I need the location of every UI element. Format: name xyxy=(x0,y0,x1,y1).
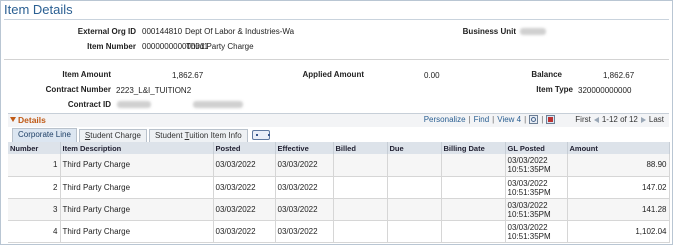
item-description: Third Party Charge xyxy=(60,154,214,177)
details-grid: Number Item Description Posted Effective… xyxy=(8,142,670,243)
view-all-link[interactable]: View 4 xyxy=(497,115,521,124)
first-link[interactable]: First xyxy=(575,115,591,124)
contract-number-label: Contract Number xyxy=(45,85,111,94)
grid-header-row: Number Item Description Posted Effective… xyxy=(8,142,670,154)
contract-id-redacted xyxy=(117,101,151,108)
tab-student-charge[interactable]: Student Charge xyxy=(78,129,147,142)
last-link[interactable]: Last xyxy=(649,115,664,124)
details-header-bar: Details Personalize | Find | View 4 | | … xyxy=(8,113,669,127)
balance-value: 1,862.67 xyxy=(603,71,635,80)
column-header-amount[interactable]: Amount xyxy=(567,142,670,154)
zoom-icon[interactable] xyxy=(529,115,539,124)
business-unit-redacted xyxy=(520,28,546,35)
row-number: 4 xyxy=(8,220,61,243)
due xyxy=(387,220,442,243)
business-unit-label: Business Unit xyxy=(462,27,516,36)
item-number-description: Third Party Charge xyxy=(186,42,254,51)
external-org-name: Dept Of Labor & Industries-Wa xyxy=(185,27,295,36)
applied-amount-label: Applied Amount xyxy=(302,70,364,79)
effective-date: 03/03/2022 xyxy=(275,176,334,199)
row-number: 3 xyxy=(8,198,61,221)
column-header-billing-date[interactable]: Billing Date xyxy=(441,142,506,154)
column-header-effective[interactable]: Effective xyxy=(275,142,334,154)
detail-tabs: Corporate Line Student Charge Student Tu… xyxy=(12,128,270,142)
column-header-number[interactable]: Number xyxy=(8,142,61,154)
posted-date: 03/03/2022 xyxy=(213,154,276,177)
find-link[interactable]: Find xyxy=(474,115,490,124)
table-row: 1 Third Party Charge 03/03/2022 03/03/20… xyxy=(8,154,670,177)
gl-posted: 03/03/2022 10:51:35PM xyxy=(505,198,568,221)
amount: 147.02 xyxy=(567,176,670,199)
billing-date xyxy=(441,220,506,243)
previous-arrow-icon[interactable] xyxy=(593,116,599,123)
contract-number-value: 2223_L&I_TUITION2 xyxy=(116,86,192,95)
title-divider xyxy=(4,19,669,20)
row-number: 1 xyxy=(8,154,61,177)
applied-amount-value: 0.00 xyxy=(424,71,440,80)
details-title[interactable]: Details xyxy=(18,115,46,125)
row-number: 2 xyxy=(8,176,61,199)
gl-posted: 03/03/2022 10:51:35PM xyxy=(505,220,568,243)
toolbar-separator: | xyxy=(492,115,495,124)
effective-date: 03/03/2022 xyxy=(275,198,334,221)
effective-date: 03/03/2022 xyxy=(275,220,334,243)
posted-date: 03/03/2022 xyxy=(213,176,276,199)
external-org-label: External Org ID xyxy=(77,27,136,36)
grid-toolbar: Personalize | Find | View 4 | | First 1-… xyxy=(424,115,664,124)
column-header-posted[interactable]: Posted xyxy=(213,142,276,154)
row-range: 1-12 of 12 xyxy=(601,115,638,124)
tab-corporate-line[interactable]: Corporate Line xyxy=(12,128,77,142)
item-type-label: Item Type xyxy=(536,85,573,94)
page-title: Item Details xyxy=(4,2,73,17)
toolbar-separator: | xyxy=(468,115,471,124)
item-amount-label: Item Amount xyxy=(62,70,111,79)
due xyxy=(387,198,442,221)
amount: 88.90 xyxy=(567,154,670,177)
due xyxy=(387,176,442,199)
contract-id-label: Contract ID xyxy=(67,100,111,109)
due xyxy=(387,154,442,177)
item-description: Third Party Charge xyxy=(60,176,214,199)
item-description: Third Party Charge xyxy=(60,198,214,221)
column-header-gl-posted[interactable]: GL Posted xyxy=(505,142,568,154)
gl-posted: 03/03/2022 10:51:35PM xyxy=(505,176,568,199)
external-org-id: 000144810 xyxy=(142,27,183,36)
posted-date: 03/03/2022 xyxy=(213,198,276,221)
show-all-columns-icon[interactable] xyxy=(251,130,270,140)
gl-posted: 03/03/2022 10:51:35PM xyxy=(505,154,568,177)
tab-student-tuition-item-info[interactable]: Student Tuition Item Info xyxy=(148,129,248,142)
billed xyxy=(333,154,388,177)
balance-label: Balance xyxy=(531,70,562,79)
download-spreadsheet-icon[interactable] xyxy=(546,115,556,124)
item-description: Third Party Charge xyxy=(60,220,214,243)
billed xyxy=(333,220,388,243)
collapse-triangle-icon[interactable] xyxy=(10,117,16,122)
billing-date xyxy=(441,176,506,199)
billing-date xyxy=(441,154,506,177)
next-arrow-icon[interactable] xyxy=(640,116,646,123)
personalize-link[interactable]: Personalize xyxy=(424,115,466,124)
toolbar-separator: | xyxy=(524,115,527,124)
column-header-billed[interactable]: Billed xyxy=(333,142,388,154)
toolbar-separator: | xyxy=(541,115,544,124)
table-row: 3 Third Party Charge 03/03/2022 03/03/20… xyxy=(8,198,670,221)
table-row: 2 Third Party Charge 03/03/2022 03/03/20… xyxy=(8,176,670,199)
billed xyxy=(333,176,388,199)
column-header-due[interactable]: Due xyxy=(387,142,442,154)
item-type-value: 320000000000 xyxy=(578,86,632,95)
billing-date xyxy=(441,198,506,221)
item-amount-value: 1,862.67 xyxy=(172,71,204,80)
amount: 1,102.04 xyxy=(567,220,670,243)
contract-desc-redacted xyxy=(193,101,243,108)
section-divider xyxy=(4,59,669,60)
table-row: 4 Third Party Charge 03/03/2022 03/03/20… xyxy=(8,220,670,243)
amount: 141.28 xyxy=(567,198,670,221)
effective-date: 03/03/2022 xyxy=(275,154,334,177)
billed xyxy=(333,198,388,221)
item-number-label: Item Number xyxy=(87,42,136,51)
column-header-item-description[interactable]: Item Description xyxy=(60,142,214,154)
posted-date: 03/03/2022 xyxy=(213,220,276,243)
